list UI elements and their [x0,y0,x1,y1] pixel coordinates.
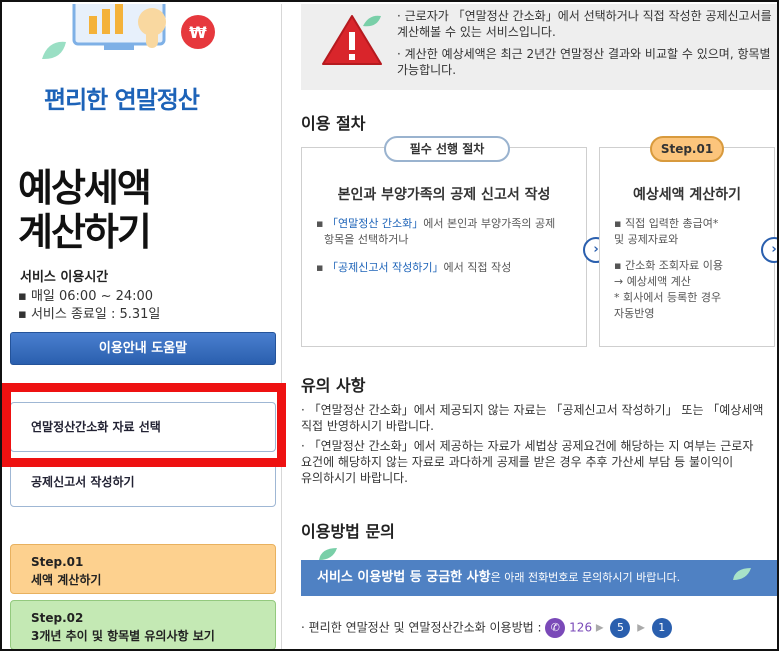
card1-item2: ▪ 「공제신고서 작성하기」에서 직접 작성 [316,261,512,274]
step-card-2-step: Step.02 [31,611,84,625]
link-deduction-form[interactable]: 「공제신고서 작성하기」 [327,261,444,274]
card1-heading: 본인과 부양가족의 공제 신고서 작성 [337,187,551,203]
card1-item1-rest: 에서 본인과 부양가족의 공제 [423,217,556,230]
notice-box: · 근로자가 「연말정산 간소화」에서 선택하거나 직접 작성한 공제신고서를 … [301,4,777,90]
leaf-icon-right [733,568,751,580]
prerequisite-pill: 필수 선행 절차 [384,136,510,162]
card2-line3: ▪ 간소화 조회자료 이용 [614,259,724,272]
phone-number: 126 [569,620,593,635]
card2-line2: 및 공제자료와 [614,233,679,246]
step-card-1-label: 세액 계산하기 [31,573,102,587]
caution-p1b: 직접 반영하시기 바랍니다. [301,419,434,433]
inquiry-banner: 서비스 이용방법 등 궁금한 사항은 아래 전화번호로 문의하시기 바랍니다. [301,560,777,596]
contact-line: · 편리한 연말정산 및 연말정산간소화 이용방법 : ✆ 126 ▶ 5 ▶ … [301,618,675,638]
arrow-right-icon: ▶ [595,622,604,634]
card2-heading: 예상세액 계산하기 [633,187,741,203]
service-hours: ▪ 매일 06:00 ~ 24:00 [18,289,154,304]
hero-illustration-icon: ₩ [42,4,215,60]
window-frame: ₩ 편리한 연말정산 예상세액 계산하기 서비스 이용시간 ▪ 매일 06:00… [0,0,779,651]
notice-line2: · 계산한 예상세액은 최근 2년간 연말정산 결과와 비교할 수 있으며, 항… [397,46,777,78]
procedure-card-prerequisite: 필수 선행 절차 본인과 부양가족의 공제 신고서 작성 ▪ 「연말정산 간소화… [301,136,587,347]
sidebar: ₩ 편리한 연말정산 예상세액 계산하기 서비스 이용시간 ▪ 매일 06:00… [4,4,282,649]
inquiry-banner-bold: 서비스 이용방법 등 궁금한 사항 [317,570,491,585]
inquiry-banner-rest: 은 아래 전화번호로 문의하시기 바랍니다. [490,571,681,584]
notice-line2b: 가능합니다. [397,63,457,77]
caution-section-title: 유의 사항 [301,376,366,395]
step-card-2[interactable]: Step.02 3개년 추이 및 항목별 유의사항 보기 [10,600,276,649]
inquiry-section-title: 이용방법 문의 [301,522,395,541]
step-card-1[interactable]: Step.01 세액 계산하기 [10,544,276,594]
step1-pill: Step.01 [650,136,724,162]
card1-item1-line2: 항목을 선택하거나 [324,233,409,246]
contact-label: · 편리한 연말정산 및 연말정산간소화 이용방법 : [301,620,542,635]
highlight-annotation-box [2,383,286,467]
service-time-info: ▪ 매일 06:00 ~ 24:00 ▪ 서비스 종료일 : 5.31일 [18,288,160,324]
notice-line1a: · 근로자가 「연말정산 간소화」에서 선택하거나 직접 작성한 공제신고서를 [397,9,772,23]
card2-line1: ▪ 직접 입력한 총급여* [614,217,719,230]
menu-number-1: 5 [610,618,631,638]
caution-text: · 「연말정산 간소화」에서 제공되지 않는 자료는 「공제신고서 작성하기」 … [301,402,777,490]
service-time-label: 서비스 이용시간 [20,270,109,285]
service-end-date: ▪ 서비스 종료일 : 5.31일 [18,307,161,322]
page-title-line1: 예상세액 [18,166,152,210]
card2-line4: → 예상세액 계산 [614,275,691,288]
brand-title: 편리한 연말정산 [44,86,200,114]
procedure-section-title: 이용 절차 [301,114,366,133]
caution-paragraph2: · 「연말정산 간소화」에서 제공하는 자료가 세법상 공제요건에 해당하는 지… [301,438,777,486]
caution-p2c: 유의하시기 바랍니다. [301,471,408,485]
step-card-2-label: 3개년 추이 및 항목별 유의사항 보기 [31,629,215,643]
arrow-right-icon-2: ▶ [637,622,645,634]
card1-item2-rest: 에서 직접 작성 [443,261,512,274]
notice-line1b: 계산해볼 수 있는 서비스입니다. [397,25,556,39]
caution-p2b: 요건에 해당하지 않는 자료로 과다하게 공제를 받은 경우 추후 가산세 부담… [301,455,734,469]
notice-line1: · 근로자가 「연말정산 간소화」에서 선택하거나 직접 작성한 공제신고서를 … [397,8,777,40]
main-content: · 근로자가 「연말정산 간소화」에서 선택하거나 직접 작성한 공제신고서를 … [283,4,777,649]
notice-text: · 근로자가 「연말정산 간소화」에서 선택하거나 직접 작성한 공제신고서를 … [397,8,777,84]
svg-text:₩: ₩ [189,23,207,42]
card1-body: ▪ 「연말정산 간소화」에서 본인과 부양가족의 공제 항목을 선택하거나 ▪ … [316,216,555,276]
caution-paragraph1: · 「연말정산 간소화」에서 제공되지 않는 자료는 「공제신고서 작성하기」 … [301,402,777,434]
page-title-line2: 계산하기 [18,210,152,254]
card1-item1: ▪ 「연말정산 간소화」에서 본인과 부양가족의 공제 [316,217,556,230]
card2-line6: 자동반영 [614,307,655,320]
card2-body: ▪ 직접 입력한 총급여* 및 공제자료와 ▪ 간소화 조회자료 이용 → 예상… [614,216,723,322]
step-card-1-step: Step.01 [31,555,84,569]
caution-p1a: · 「연말정산 간소화」에서 제공되지 않는 자료는 「공제신고서 작성하기」 … [301,403,764,417]
card2-line5: * 회사에서 등록한 경우 [614,291,722,304]
menu-number-2: 1 [651,618,672,638]
notice-line2a: · 계산한 예상세액은 최근 2년간 연말정산 결과와 비교할 수 있으며, 항… [397,47,771,61]
procedure-card-step1: Step.01 예상세액 계산하기 ▪ 직접 입력한 총급여* 및 공제자료와 … [599,136,775,347]
help-guide-button[interactable]: 이용안내 도움말 [10,332,276,365]
phone-icon: ✆ [545,618,566,638]
warning-icon [322,15,382,65]
page-title: 예상세액 계산하기 [18,166,152,254]
caution-p2a: · 「연말정산 간소화」에서 제공하는 자료가 세법상 공제요건에 해당하는 지… [301,439,754,453]
link-simplified-service[interactable]: 「연말정산 간소화」 [327,217,423,230]
